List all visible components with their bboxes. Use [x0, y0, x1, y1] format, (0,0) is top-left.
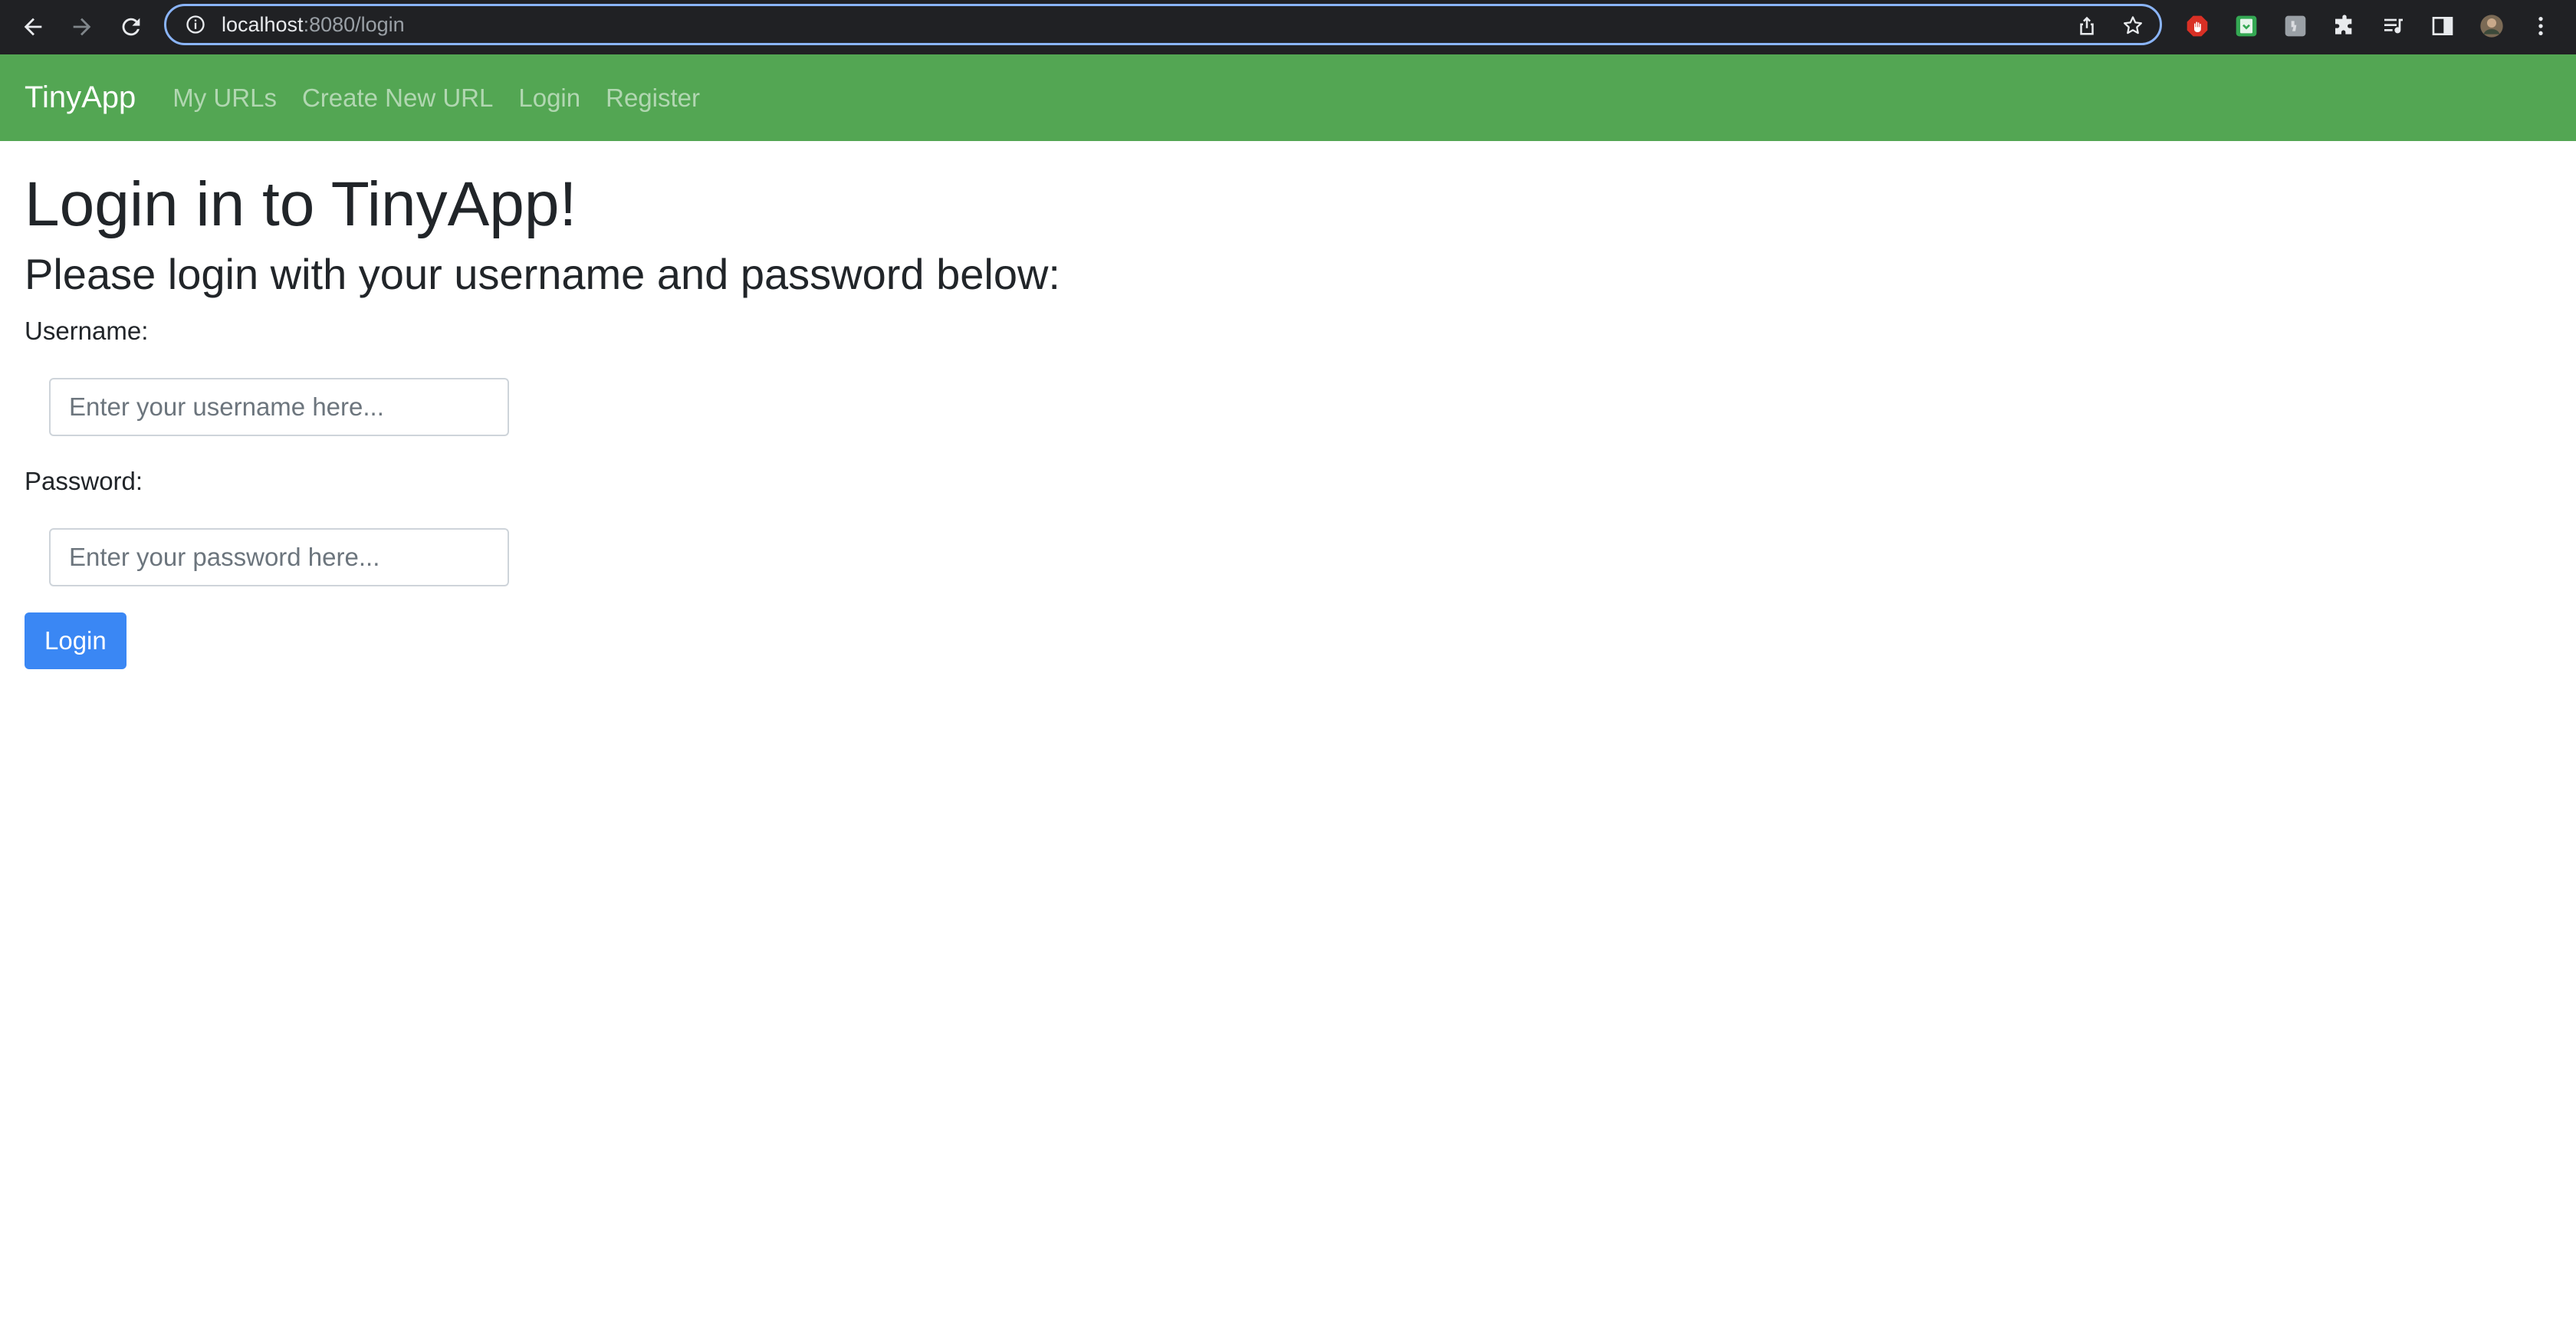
- login-page: Login in to TinyApp! Please login with y…: [25, 141, 1060, 669]
- profile-avatar[interactable]: [2478, 12, 2505, 40]
- browser-toolbar: localhost:8080/login: [0, 0, 2576, 54]
- nav-link-create-new-url[interactable]: Create New URL: [302, 84, 493, 113]
- url-path: :8080/login: [303, 12, 405, 36]
- username-label: Username:: [25, 316, 149, 345]
- password-input[interactable]: [49, 527, 509, 586]
- side-panel-icon[interactable]: [2429, 12, 2456, 40]
- app-navbar: TinyApp My URLs Create New URL Login Reg…: [0, 54, 2576, 141]
- address-url[interactable]: localhost:8080/login: [222, 13, 405, 37]
- nav-link-register[interactable]: Register: [606, 84, 700, 113]
- page-title: Login in to TinyApp!: [25, 169, 577, 239]
- password-label: Password:: [25, 466, 143, 495]
- forward-icon[interactable]: [64, 9, 100, 44]
- save-extension-icon[interactable]: [2233, 12, 2260, 40]
- nav-link-login[interactable]: Login: [518, 84, 580, 113]
- login-button[interactable]: Login: [25, 612, 127, 669]
- extensions-puzzle-icon[interactable]: [2331, 12, 2358, 40]
- reload-icon[interactable]: [113, 9, 149, 44]
- login-form: Username: Password: Login: [25, 317, 1060, 669]
- menu-kebab-icon[interactable]: [2527, 12, 2555, 40]
- nav-links: My URLs Create New URL Login Register: [172, 84, 700, 113]
- info-icon[interactable]: [185, 14, 206, 35]
- page-subtitle: Please login with your username and pass…: [25, 250, 1060, 299]
- brand-link[interactable]: TinyApp: [25, 80, 136, 115]
- share-icon[interactable]: [2075, 14, 2098, 37]
- url-host: localhost: [222, 12, 304, 36]
- reading-list-icon[interactable]: [2380, 12, 2407, 40]
- address-bar[interactable]: localhost:8080/login: [164, 4, 2162, 45]
- adblock-extension-icon[interactable]: [2183, 12, 2211, 40]
- username-input[interactable]: [49, 377, 509, 436]
- back-icon[interactable]: [15, 9, 51, 44]
- nav-link-my-urls[interactable]: My URLs: [172, 84, 277, 113]
- bookmark-star-icon[interactable]: [2121, 14, 2144, 37]
- grey-extension-icon[interactable]: [2282, 12, 2309, 40]
